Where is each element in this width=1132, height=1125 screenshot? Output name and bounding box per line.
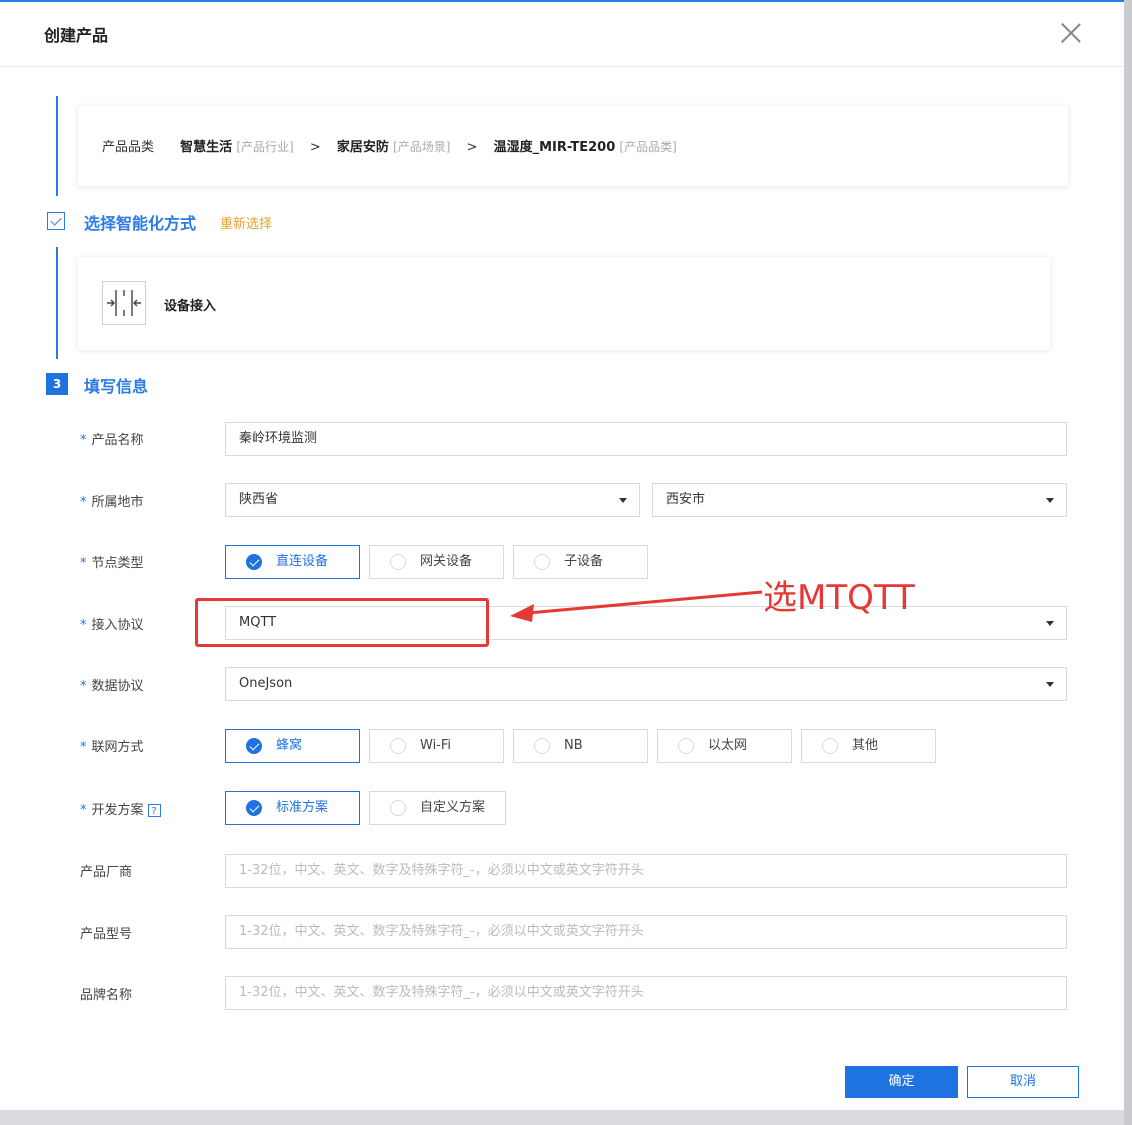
radio-icon: [390, 554, 406, 570]
model-label: 产品型号: [80, 927, 133, 942]
brand-input[interactable]: 1-32位，中文、英文、数字及特殊字符_-，必须以中文或英文字符开头: [225, 976, 1067, 1010]
node-type-option-direct[interactable]: 直连设备: [225, 545, 360, 579]
cancel-button[interactable]: 取消: [967, 1066, 1079, 1098]
dev-plan-label: * 开发方案?: [80, 799, 161, 818]
product-name-label: * 产品名称: [80, 433, 144, 448]
dropdown-caret-icon: [1046, 682, 1054, 687]
radio-icon: [534, 554, 550, 570]
city-label: * 所属地市: [80, 495, 144, 510]
vendor-input[interactable]: 1-32位，中文、英文、数字及特殊字符_-，必须以中文或英文字符开头: [225, 854, 1067, 888]
scrollbar[interactable]: [1124, 0, 1132, 1125]
city-value: 西安市: [666, 492, 706, 507]
radio-check-icon: [246, 554, 262, 570]
node-type-label: * 节点类型: [80, 556, 144, 571]
path-separator: >: [309, 140, 321, 155]
category-path: 产品品类 智慧生活 [产品行业] > 家居安防 [产品场景] > 温湿度_MIR…: [102, 136, 677, 155]
radio-check-icon: [246, 738, 262, 754]
help-icon[interactable]: ?: [147, 804, 161, 817]
brand-label: 品牌名称: [80, 988, 133, 1003]
data-protocol-select[interactable]: OneJson: [225, 667, 1067, 701]
category-label: 产品品类: [102, 140, 155, 155]
network-option-nb[interactable]: NB: [513, 729, 648, 763]
step3-title: 填写信息: [84, 377, 149, 396]
product-category-value: 温湿度_MIR-TE200: [493, 140, 616, 155]
province-value: 陕西省: [239, 492, 279, 507]
radio-icon: [390, 738, 406, 754]
vendor-label: 产品厂商: [80, 865, 133, 880]
scene-tag: [产品场景]: [393, 140, 451, 154]
radio-icon: [678, 738, 694, 754]
node-type-option-gateway[interactable]: 网关设备: [369, 545, 504, 579]
radio-icon: [534, 738, 550, 754]
step-line-2: [56, 247, 58, 359]
dropdown-caret-icon: [1046, 498, 1054, 503]
highlight-box: [195, 598, 489, 647]
city-select[interactable]: 西安市: [652, 483, 1067, 517]
industry-value: 智慧生活: [180, 140, 233, 155]
mode-box: 设备接入: [78, 257, 1050, 350]
network-label: * 联网方式: [80, 740, 144, 755]
dropdown-caret-icon: [619, 498, 627, 503]
node-type-option-sub[interactable]: 子设备: [513, 545, 648, 579]
device-access-icon: [102, 281, 146, 325]
path-separator: >: [466, 140, 478, 155]
dev-plan-option-custom[interactable]: 自定义方案: [369, 791, 506, 825]
reselect-link[interactable]: 重新选择: [220, 213, 272, 232]
step-line-1: [56, 96, 58, 196]
category-box: 产品品类 智慧生活 [产品行业] > 家居安防 [产品场景] > 温湿度_MIR…: [78, 106, 1068, 186]
province-select[interactable]: 陕西省: [225, 483, 640, 517]
industry-tag: [产品行业]: [236, 140, 294, 154]
arrow-icon: [510, 590, 763, 622]
dialog-header: 创建产品: [0, 2, 1124, 67]
check-icon: [47, 212, 65, 230]
step2-title: 选择智能化方式: [84, 214, 197, 233]
network-option-cellular[interactable]: 蜂窝: [225, 729, 360, 763]
step3-number: 3: [46, 373, 68, 395]
network-option-wifi[interactable]: Wi-Fi: [369, 729, 504, 763]
network-option-ethernet[interactable]: 以太网: [657, 729, 792, 763]
radio-icon: [822, 738, 838, 754]
radio-check-icon: [246, 800, 262, 816]
network-option-other[interactable]: 其他: [801, 729, 936, 763]
radio-icon: [390, 800, 406, 816]
close-icon[interactable]: [1060, 22, 1082, 44]
product-category-tag: [产品品类]: [619, 140, 677, 154]
data-protocol-label: * 数据协议: [80, 679, 144, 694]
mode-label: 设备接入: [164, 299, 217, 314]
annotation-text: 选MTQTT: [763, 578, 915, 618]
product-name-input[interactable]: 秦岭环境监测: [225, 422, 1067, 456]
protocol-label: * 接入协议: [80, 618, 144, 633]
dialog-title: 创建产品: [44, 26, 109, 45]
scene-value: 家居安防: [336, 140, 389, 155]
confirm-button[interactable]: 确定: [845, 1066, 958, 1098]
dropdown-caret-icon: [1046, 621, 1054, 626]
dev-plan-option-standard[interactable]: 标准方案: [225, 791, 360, 825]
create-product-dialog: 创建产品 产品品类 智慧生活 [产品行业] > 家居安防 [产品场景] > 温湿…: [0, 0, 1124, 1110]
model-input[interactable]: 1-32位，中文、英文、数字及特殊字符_-，必须以中文或英文字符开头: [225, 915, 1067, 949]
data-protocol-value: OneJson: [239, 676, 293, 691]
